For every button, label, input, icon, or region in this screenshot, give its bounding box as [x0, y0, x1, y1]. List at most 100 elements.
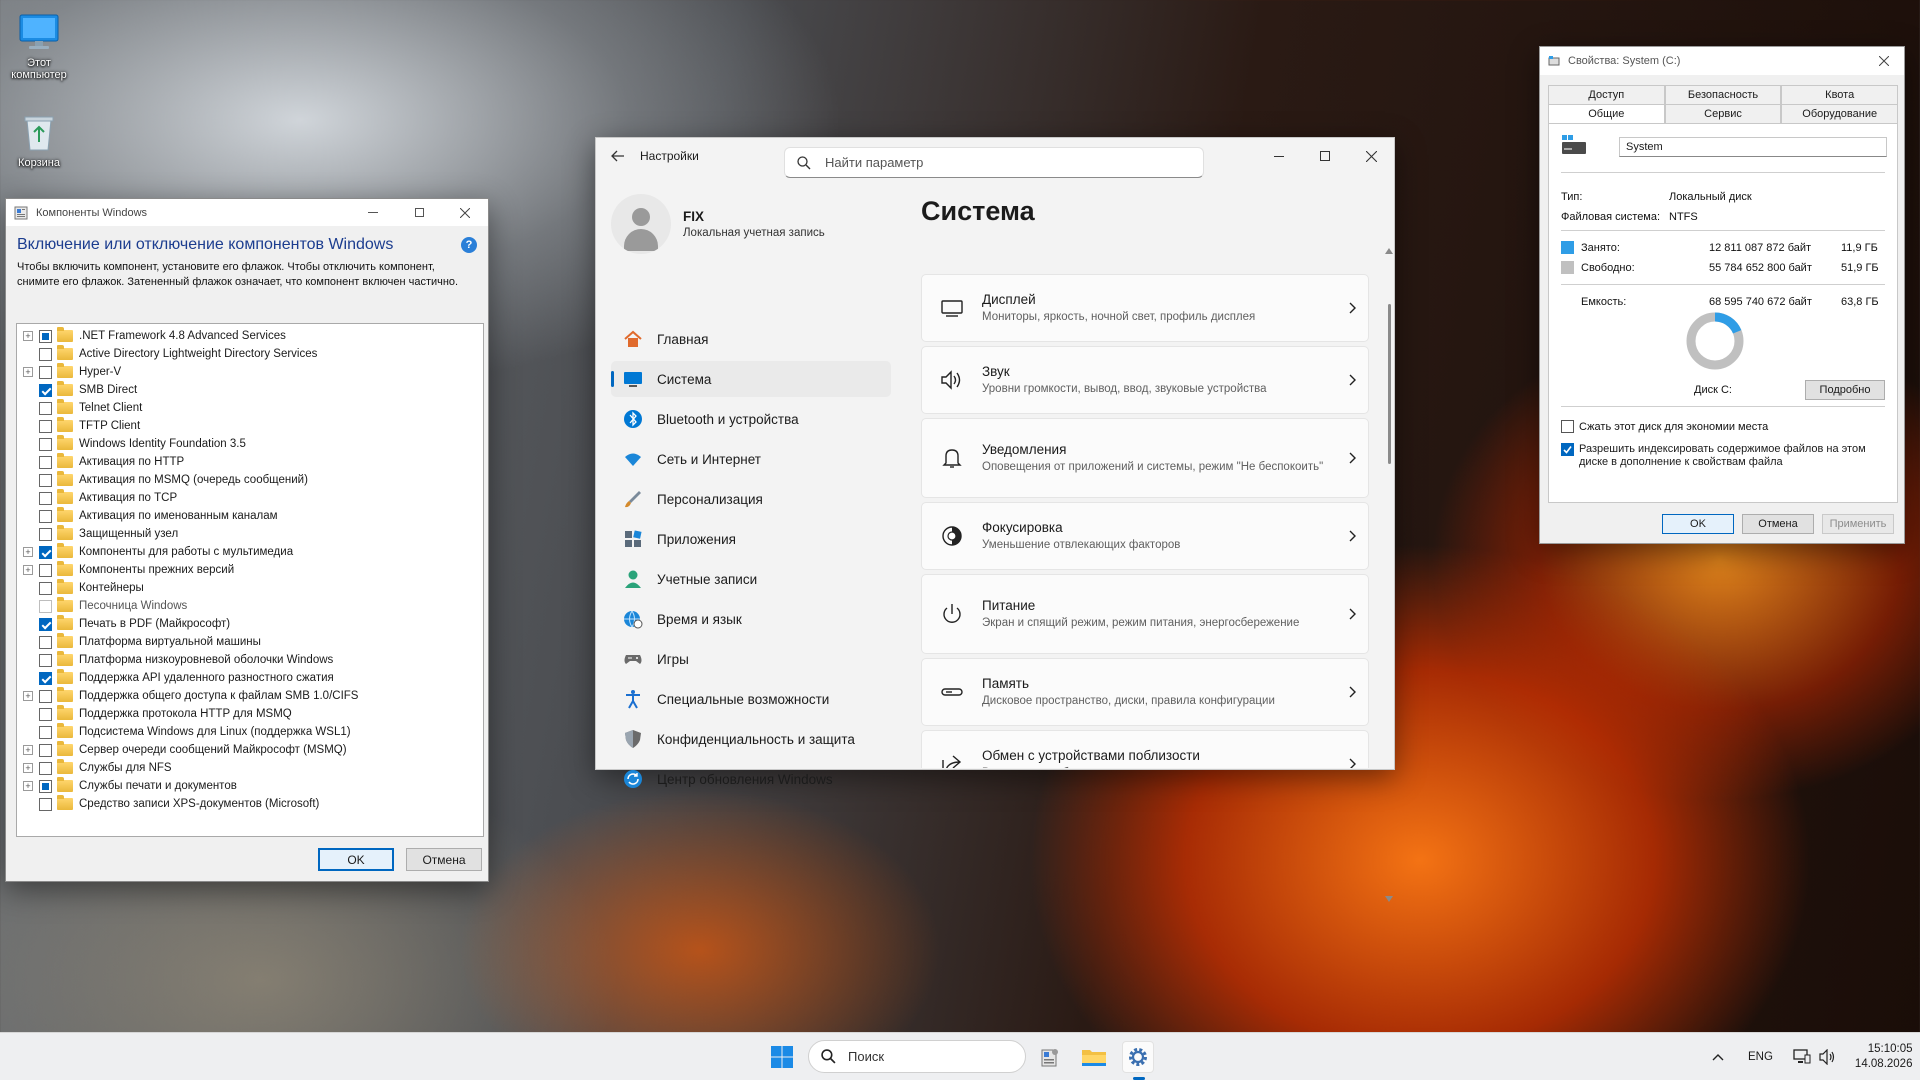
language-indicator[interactable]: ENG — [1748, 1051, 1773, 1063]
volume-name-input[interactable]: System — [1619, 137, 1887, 157]
network-icon[interactable] — [1793, 1049, 1811, 1065]
feature-row[interactable]: + .NET Framework 4.8 Advanced Services — [17, 327, 483, 345]
nav-item[interactable]: Главная — [611, 321, 891, 357]
feature-checkbox[interactable] — [39, 581, 52, 595]
feature-checkbox[interactable] — [39, 509, 52, 523]
feature-row[interactable]: TFTP Client — [17, 417, 483, 435]
feature-row[interactable]: + Компоненты для работы с мультимедиа — [17, 543, 483, 561]
feature-checkbox[interactable] — [39, 383, 52, 397]
feature-row[interactable]: + Сервер очереди сообщений Майкрософт (MS… — [17, 741, 483, 759]
settings-card[interactable]: Звук Уровни громкости, вывод, ввод, звуко… — [921, 346, 1369, 414]
scroll-thumb[interactable] — [1388, 304, 1391, 464]
feature-row[interactable]: Средство записи XPS-документов (Microsof… — [17, 795, 483, 813]
close-button[interactable] — [1348, 140, 1394, 172]
close-button[interactable] — [442, 199, 488, 226]
settings-card[interactable]: Фокусировка Уменьшение отвлекающих фактор… — [921, 502, 1369, 570]
scrollbar[interactable] — [1385, 248, 1393, 902]
feature-row[interactable]: Активация по HTTP — [17, 453, 483, 471]
tab-general[interactable]: Общие — [1548, 104, 1665, 123]
close-button[interactable] — [1864, 47, 1904, 75]
feature-checkbox[interactable] — [39, 419, 52, 433]
feature-checkbox[interactable] — [39, 365, 52, 379]
user-profile[interactable]: FIX Локальная учетная запись — [611, 194, 825, 254]
nav-item[interactable]: Сеть и Интернет — [611, 441, 891, 477]
cancel-button[interactable]: Отмена — [1742, 514, 1814, 534]
compress-checkbox[interactable] — [1561, 420, 1574, 433]
tab-access[interactable]: Доступ — [1548, 85, 1665, 104]
index-checkbox[interactable] — [1561, 443, 1574, 456]
nav-item[interactable]: Время и язык — [611, 601, 891, 637]
nav-item[interactable]: Специальные возможности — [611, 681, 891, 717]
feature-checkbox[interactable] — [39, 617, 52, 631]
expand-icon[interactable]: + — [23, 367, 33, 377]
feature-row[interactable]: + Поддержка общего доступа к файлам SMB 1… — [17, 687, 483, 705]
feature-row[interactable]: + Службы для NFS — [17, 759, 483, 777]
feature-row[interactable]: Подсистема Windows для Linux (поддержка … — [17, 723, 483, 741]
expand-icon[interactable]: + — [23, 331, 33, 341]
feature-checkbox[interactable] — [39, 779, 52, 793]
feature-row[interactable]: Active Directory Lightweight Directory S… — [17, 345, 483, 363]
feature-checkbox[interactable] — [39, 653, 52, 667]
nav-item[interactable]: Игры — [611, 641, 891, 677]
feature-row[interactable]: Контейнеры — [17, 579, 483, 597]
feature-row[interactable]: SMB Direct — [17, 381, 483, 399]
nav-item[interactable]: Приложения — [611, 521, 891, 557]
settings-card[interactable]: Обмен с устройствами поблизости Возможнос… — [921, 730, 1369, 768]
feature-row[interactable]: Telnet Client — [17, 399, 483, 417]
feature-row[interactable]: Печать в PDF (Майкрософт) — [17, 615, 483, 633]
taskbar-search[interactable]: Поиск — [808, 1040, 1026, 1073]
feature-checkbox[interactable] — [39, 491, 52, 505]
tab-security[interactable]: Безопасность — [1664, 85, 1782, 104]
feature-row[interactable]: Платформа низкоуровневой оболочки Window… — [17, 651, 483, 669]
nav-item[interactable]: Система — [611, 361, 891, 397]
maximize-button[interactable] — [396, 199, 442, 226]
expand-icon[interactable]: + — [23, 763, 33, 773]
apply-button[interactable]: Применить — [1822, 514, 1894, 534]
tab-tools[interactable]: Сервис — [1664, 104, 1782, 123]
feature-row[interactable]: Защищенный узел — [17, 525, 483, 543]
feature-checkbox[interactable] — [39, 671, 52, 685]
help-icon[interactable]: ? — [461, 237, 477, 253]
feature-checkbox[interactable] — [39, 743, 52, 757]
feature-checkbox[interactable] — [39, 473, 52, 487]
settings-card[interactable]: Память Дисковое пространство, диски, прав… — [921, 658, 1369, 726]
start-button[interactable] — [766, 1041, 798, 1073]
minimize-button[interactable] — [350, 199, 396, 226]
feature-checkbox[interactable] — [39, 347, 52, 361]
feature-checkbox[interactable] — [39, 545, 52, 559]
feature-checkbox[interactable] — [39, 455, 52, 469]
feature-checkbox[interactable] — [39, 527, 52, 541]
feature-checkbox[interactable] — [39, 635, 52, 649]
tab-hardware[interactable]: Оборудование — [1781, 104, 1899, 123]
nav-item[interactable]: Центр обновления Windows — [611, 761, 891, 797]
expand-icon[interactable]: + — [23, 691, 33, 701]
feature-row[interactable]: Активация по именованным каналам — [17, 507, 483, 525]
taskbar-settings[interactable] — [1122, 1041, 1154, 1080]
ok-button[interactable]: OK — [318, 848, 394, 871]
tray-overflow-button[interactable] — [1708, 1053, 1728, 1061]
feature-row[interactable]: + Компоненты прежних версий — [17, 561, 483, 579]
expand-icon[interactable]: + — [23, 547, 33, 557]
feature-checkbox[interactable] — [39, 401, 52, 415]
expand-icon[interactable]: + — [23, 745, 33, 755]
minimize-button[interactable] — [1256, 140, 1302, 172]
cancel-button[interactable]: Отмена — [406, 848, 482, 871]
feature-checkbox[interactable] — [39, 761, 52, 775]
feature-checkbox[interactable] — [39, 599, 52, 613]
clock[interactable]: 15:10:05 14.08.2026 — [1855, 1042, 1913, 1072]
feature-checkbox[interactable] — [39, 707, 52, 721]
expand-icon[interactable]: + — [23, 565, 33, 575]
taskbar-file-explorer[interactable] — [1078, 1041, 1110, 1073]
ok-button[interactable]: OK — [1662, 514, 1734, 534]
desktop-icon-this-pc[interactable]: Этот компьютер — [0, 10, 78, 81]
feature-row[interactable]: Windows Identity Foundation 3.5 — [17, 435, 483, 453]
settings-search-input[interactable]: Найти параметр — [784, 147, 1204, 178]
tab-quota[interactable]: Квота — [1781, 85, 1899, 104]
feature-checkbox[interactable] — [39, 329, 52, 343]
nav-item[interactable]: Учетные записи — [611, 561, 891, 597]
settings-card[interactable]: Питание Экран и спящий режим, режим питан… — [921, 574, 1369, 654]
details-button[interactable]: Подробно — [1805, 380, 1885, 400]
settings-card[interactable]: Дисплей Мониторы, яркость, ночной свет, п… — [921, 274, 1369, 342]
expand-icon[interactable]: + — [23, 781, 33, 791]
feature-row[interactable]: + Службы печати и документов — [17, 777, 483, 795]
